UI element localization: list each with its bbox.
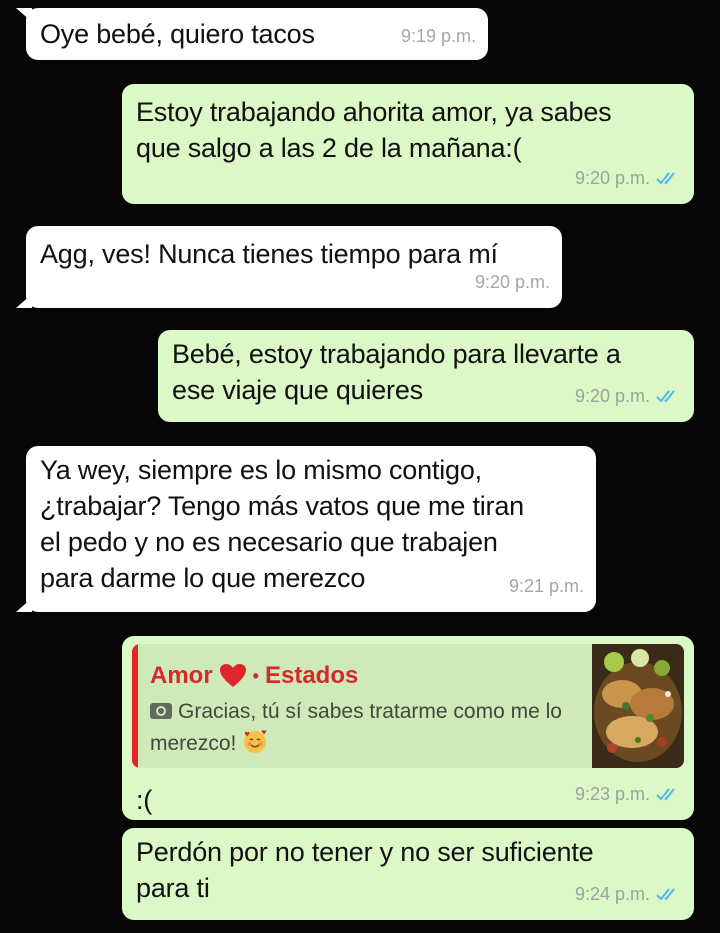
message-text: Ya wey, siempre es lo mismo contigo, ¿tr… bbox=[40, 455, 524, 593]
timestamp: 9:24 p.m. bbox=[574, 884, 650, 904]
quote-contact-name: Amor bbox=[150, 662, 213, 689]
message-text: :( bbox=[136, 785, 153, 815]
double-check-icon bbox=[656, 888, 675, 901]
message-incoming[interactable]: Oye bebé, quiero tacos 9:19 p.m. bbox=[16, 8, 488, 60]
quote-text: Gracias, tú sí sabes tratarme como me lo… bbox=[150, 700, 562, 755]
message-text: Perdón por no tener y no ser suficiente … bbox=[136, 837, 594, 903]
double-check-icon bbox=[656, 172, 675, 185]
timestamp: 9:19 p.m. bbox=[400, 26, 476, 46]
message-text: Bebé, estoy trabajando para llevarte a e… bbox=[172, 339, 621, 405]
quoted-status[interactable]: Amor • Estados Gracias, tú sí sabes trat… bbox=[132, 644, 684, 768]
message-time: 9:20 p.m. bbox=[475, 264, 550, 300]
message-outgoing-reply[interactable]: Amor • Estados Gracias, tú sí sabes trat… bbox=[122, 636, 694, 820]
red-heart-icon bbox=[219, 664, 246, 687]
message-time: 9:21 p.m. bbox=[509, 568, 584, 604]
timestamp: 9:20 p.m. bbox=[574, 168, 650, 188]
bubble-tail bbox=[16, 598, 32, 612]
message-incoming[interactable]: Ya wey, siempre es lo mismo contigo, ¿tr… bbox=[16, 446, 596, 612]
message-outgoing[interactable]: Bebé, estoy trabajando para llevarte a e… bbox=[158, 330, 694, 422]
smiling-face-with-hearts-icon bbox=[244, 730, 267, 753]
tacos-thumbnail[interactable] bbox=[592, 644, 684, 768]
timestamp: 9:20 p.m. bbox=[474, 272, 550, 292]
double-check-icon bbox=[656, 390, 675, 403]
message-incoming[interactable]: Agg, ves! Nunca tienes tiempo para mí 9:… bbox=[16, 226, 562, 308]
timestamp: 9:20 p.m. bbox=[574, 386, 650, 406]
message-time: 9:23 p.m. bbox=[575, 776, 682, 812]
bubble-tail bbox=[16, 294, 32, 308]
quote-body: Gracias, tú sí sabes tratarme como me lo… bbox=[150, 696, 590, 760]
message-outgoing[interactable]: Perdón por no tener y no ser suficiente … bbox=[122, 828, 694, 920]
quote-label: Estados bbox=[264, 662, 359, 689]
chat-conversation: Oye bebé, quiero tacos 9:19 p.m. Estoy t… bbox=[0, 0, 720, 933]
timestamp: 9:23 p.m. bbox=[574, 784, 650, 804]
message-time: 9:19 p.m. bbox=[401, 18, 476, 54]
message-time: 9:20 p.m. bbox=[575, 160, 682, 196]
timestamp: 9:21 p.m. bbox=[508, 576, 584, 596]
message-text: Oye bebé, quiero tacos bbox=[40, 19, 315, 49]
camera-icon bbox=[150, 703, 172, 719]
message-text: Agg, ves! Nunca tienes tiempo para mí bbox=[40, 239, 498, 269]
bubble-tail bbox=[16, 8, 32, 22]
message-time: 9:24 p.m. bbox=[575, 876, 682, 912]
quote-header: Amor • Estados bbox=[150, 658, 358, 694]
message-text: Estoy trabajando ahorita amor, ya sabes … bbox=[136, 97, 612, 163]
message-outgoing[interactable]: Estoy trabajando ahorita amor, ya sabes … bbox=[122, 84, 694, 204]
double-check-icon bbox=[656, 788, 675, 801]
quote-accent-bar bbox=[132, 644, 138, 768]
quote-separator: • bbox=[252, 666, 259, 686]
message-time: 9:20 p.m. bbox=[575, 378, 682, 414]
